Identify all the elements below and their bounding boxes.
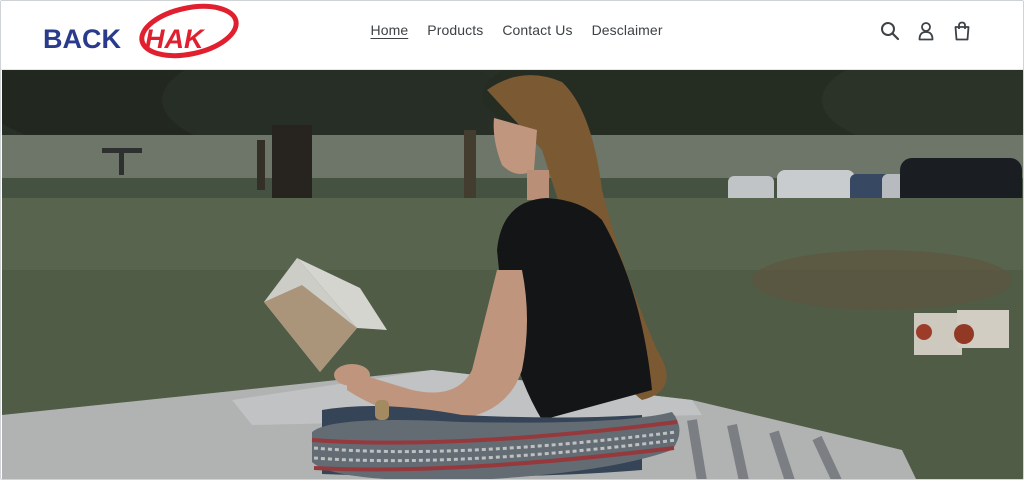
logo-text-hak: HAK	[145, 24, 206, 54]
account-icon[interactable]	[915, 20, 937, 42]
nav-home-label: Home	[370, 22, 409, 38]
nav-products[interactable]: Products	[418, 20, 493, 40]
header-icons	[879, 20, 987, 42]
nav-products-label: Products	[427, 22, 484, 38]
cart-icon[interactable]	[951, 20, 973, 42]
hero-banner	[2, 70, 1023, 479]
nav-home[interactable]: Home	[361, 20, 418, 40]
site-header: BACK HAK Home Products Contact Us Descla…	[1, 1, 1023, 70]
search-icon[interactable]	[879, 20, 901, 42]
nav-contact-label: Contact Us	[502, 22, 573, 38]
brand-logo[interactable]: BACK HAK	[39, 1, 245, 63]
nav-desclaimer[interactable]: Desclaimer	[582, 20, 672, 40]
nav-desclaimer-label: Desclaimer	[591, 22, 663, 38]
logo-text-back: BACK	[43, 24, 121, 54]
hero-overlay	[2, 70, 1023, 479]
page-frame: BACK HAK Home Products Contact Us Descla…	[0, 0, 1024, 480]
main-nav: Home Products Contact Us Desclaimer	[361, 20, 672, 40]
nav-contact-us[interactable]: Contact Us	[493, 20, 582, 40]
